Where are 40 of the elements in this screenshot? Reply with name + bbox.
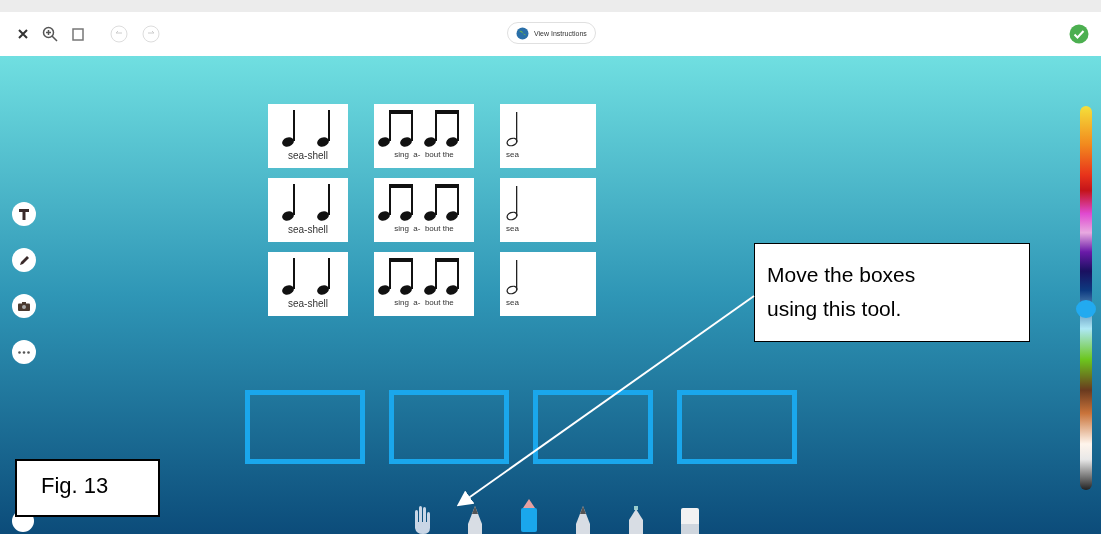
close-icon[interactable] [18, 29, 28, 39]
note-card[interactable]: sing a- bout the [374, 104, 474, 168]
drop-target-box[interactable] [533, 390, 653, 464]
note-card[interactable]: sea [500, 252, 596, 316]
camera-icon [18, 301, 30, 311]
lyric-text: sea [506, 224, 519, 233]
pen-tool[interactable] [574, 504, 592, 534]
check-circle-icon[interactable] [1069, 24, 1089, 44]
lyric-text: sing a- bout the [394, 224, 454, 233]
marker-tool[interactable] [518, 498, 540, 532]
note-card[interactable]: sing a- bout the [374, 178, 474, 242]
lyric-text: sing a- bout the [394, 150, 454, 159]
globe-icon [516, 26, 529, 40]
note-card[interactable]: sea [500, 178, 596, 242]
zoom-in-icon[interactable] [42, 26, 58, 42]
pencil-icon [18, 254, 30, 266]
camera-tool-button[interactable] [12, 294, 36, 318]
note-card[interactable]: sea-shell [268, 104, 348, 168]
note-card[interactable]: sing a- bout the [374, 252, 474, 316]
figure-label: Fig. 13 [15, 459, 160, 517]
lyric-text: sea [506, 150, 519, 159]
more-tool-button[interactable] [12, 340, 36, 364]
fullscreen-icon[interactable] [72, 27, 84, 41]
spray-tool[interactable] [626, 504, 646, 534]
lyric-text: sea-shell [288, 298, 328, 309]
pen-tool[interactable] [466, 504, 484, 534]
lyric-text: sea-shell [288, 150, 328, 161]
note-card[interactable]: sea [500, 104, 596, 168]
text-tool-button[interactable] [12, 202, 36, 226]
eraser-tool[interactable] [680, 506, 700, 534]
note-card[interactable]: sea-shell [268, 178, 348, 242]
hand-tool[interactable] [412, 504, 432, 534]
text-icon [19, 208, 29, 220]
lyric-text: sing a- bout the [394, 298, 454, 307]
pencil-tool-button[interactable] [12, 248, 36, 272]
lyric-text: sea-shell [288, 224, 328, 235]
callout-text: Move the boxes using this tool. [754, 243, 1030, 342]
more-icon [18, 350, 30, 354]
lyric-text: sea [506, 298, 519, 307]
note-card[interactable]: sea-shell [268, 252, 348, 316]
